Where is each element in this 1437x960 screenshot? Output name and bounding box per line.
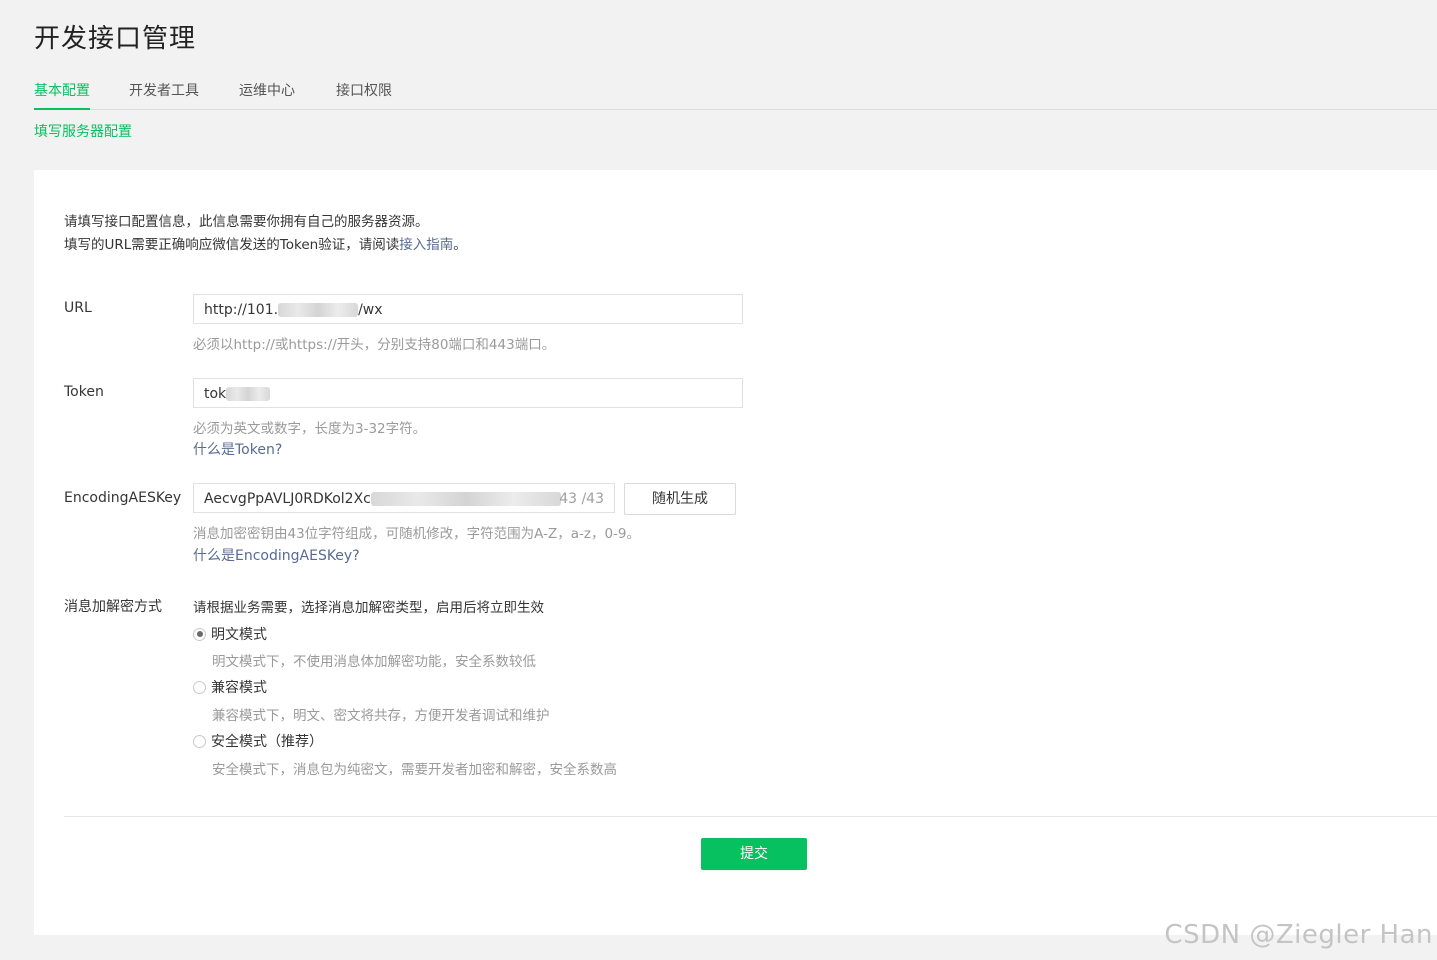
url-value-suffix: /wx [358, 302, 383, 318]
redacted-blur [370, 492, 561, 506]
token-hint: 必须为英文或数字，长度为3-32字符。 [193, 421, 427, 437]
tab-developer-tools[interactable]: 开发者工具 [129, 82, 199, 109]
radio-plaintext-mode[interactable]: 明文模式 [193, 624, 267, 644]
intro-line-2-suffix: 。 [453, 237, 467, 253]
config-panel: 请填写接口配置信息，此信息需要你拥有自己的服务器资源。 填写的URL需要正确响应… [34, 170, 1437, 935]
radio-label: 安全模式（推荐） [211, 734, 323, 750]
radio-compatible-desc: 兼容模式下，明文、密文将共存，方便开发者调试和维护 [212, 708, 550, 724]
radio-secure-desc: 安全模式下，消息包为纯密文，需要开发者加密和解密，安全系数高 [212, 762, 617, 778]
url-hint: 必须以http://或https://开头，分别支持80端口和443端口。 [193, 337, 556, 353]
submit-button[interactable]: 提交 [701, 838, 807, 870]
aeskey-label: EncodingAESKey [64, 490, 182, 506]
token-input[interactable]: tok [193, 378, 743, 408]
token-value-prefix: tok [204, 386, 227, 402]
radio-button-checked[interactable] [193, 627, 206, 641]
tab-bar: 基本配置 开发者工具 运维中心 接口权限 [34, 82, 1437, 110]
watermark: CSDN @Ziegler Han [1164, 920, 1433, 950]
token-label: Token [64, 384, 104, 400]
subnav-server-config[interactable]: 填写服务器配置 [34, 121, 132, 141]
radio-button[interactable] [193, 734, 206, 748]
access-guide-link[interactable]: 接入指南 [399, 237, 453, 253]
aeskey-input[interactable]: AecvgPpAVLJ0RDKol2Xc 43 /43 [193, 483, 615, 513]
tab-api-permissions[interactable]: 接口权限 [336, 82, 392, 109]
tab-ops-center[interactable]: 运维中心 [239, 82, 295, 109]
radio-secure-mode[interactable]: 安全模式（推荐） [193, 731, 323, 751]
encryption-mode-description: 请根据业务需要，选择消息加解密类型，启用后将立即生效 [193, 600, 544, 616]
url-value-prefix: http://101. [204, 302, 279, 318]
intro-text: 请填写接口配置信息，此信息需要你拥有自己的服务器资源。 填写的URL需要正确响应… [64, 211, 467, 257]
radio-compatible-mode[interactable]: 兼容模式 [193, 677, 267, 697]
redacted-blur [278, 303, 359, 317]
aeskey-char-counter: 43 /43 [559, 491, 604, 507]
aeskey-hint: 消息加密密钥由43位字符组成，可随机修改，字符范围为A-Z，a-z，0-9。 [193, 526, 641, 542]
url-label: URL [64, 300, 92, 316]
radio-label: 明文模式 [211, 627, 267, 643]
intro-line-2: 填写的URL需要正确响应微信发送的Token验证，请阅读接入指南。 [64, 234, 467, 257]
divider [64, 816, 1437, 817]
radio-plaintext-desc: 明文模式下，不使用消息体加解密功能，安全系数较低 [212, 654, 536, 670]
url-input[interactable]: http://101. /wx [193, 294, 743, 324]
aeskey-value-prefix: AecvgPpAVLJ0RDKol2Xc [204, 491, 371, 507]
encryption-mode-label: 消息加解密方式 [64, 599, 162, 615]
intro-line-2-prefix: 填写的URL需要正确响应微信发送的Token验证，请阅读 [64, 237, 400, 253]
tab-basic-config[interactable]: 基本配置 [34, 82, 90, 110]
what-is-token-link[interactable]: 什么是Token? [193, 439, 282, 459]
radio-button[interactable] [193, 680, 206, 694]
random-generate-button[interactable]: 随机生成 [624, 483, 736, 515]
page-title: 开发接口管理 [34, 24, 197, 54]
redacted-blur [226, 387, 271, 401]
intro-line-1: 请填写接口配置信息，此信息需要你拥有自己的服务器资源。 [64, 214, 429, 230]
what-is-aeskey-link[interactable]: 什么是EncodingAESKey? [193, 545, 360, 565]
radio-label: 兼容模式 [211, 680, 267, 696]
